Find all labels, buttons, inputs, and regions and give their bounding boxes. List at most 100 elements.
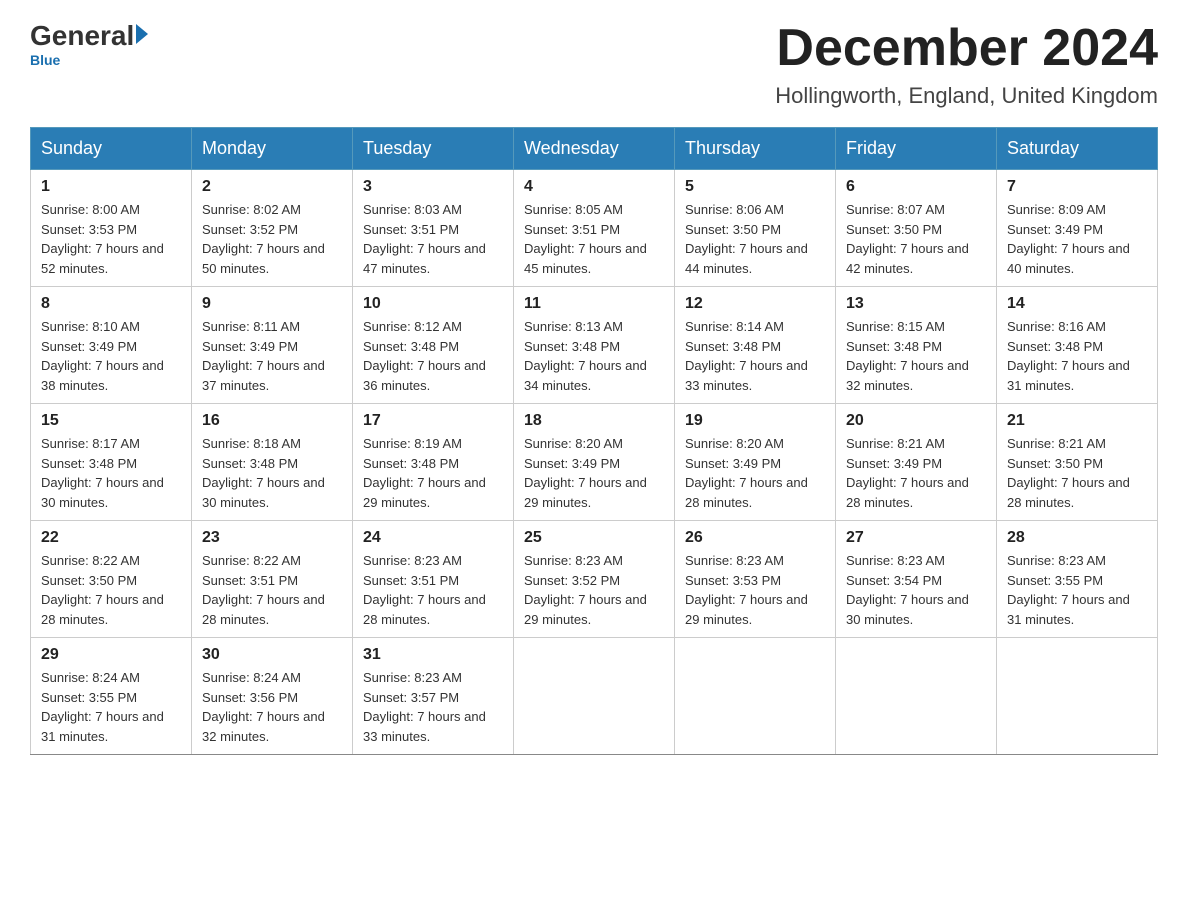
day-number: 15 xyxy=(41,412,181,430)
table-row xyxy=(836,638,997,755)
day-info: Sunrise: 8:10 AMSunset: 3:49 PMDaylight:… xyxy=(41,319,164,393)
col-sunday: Sunday xyxy=(31,128,192,170)
table-row xyxy=(675,638,836,755)
day-info: Sunrise: 8:06 AMSunset: 3:50 PMDaylight:… xyxy=(685,202,808,276)
table-row: 12 Sunrise: 8:14 AMSunset: 3:48 PMDaylig… xyxy=(675,287,836,404)
table-row: 17 Sunrise: 8:19 AMSunset: 3:48 PMDaylig… xyxy=(353,404,514,521)
day-info: Sunrise: 8:24 AMSunset: 3:55 PMDaylight:… xyxy=(41,670,164,744)
table-row: 2 Sunrise: 8:02 AMSunset: 3:52 PMDayligh… xyxy=(192,170,353,287)
table-row: 19 Sunrise: 8:20 AMSunset: 3:49 PMDaylig… xyxy=(675,404,836,521)
table-row: 3 Sunrise: 8:03 AMSunset: 3:51 PMDayligh… xyxy=(353,170,514,287)
day-info: Sunrise: 8:11 AMSunset: 3:49 PMDaylight:… xyxy=(202,319,325,393)
table-row: 23 Sunrise: 8:22 AMSunset: 3:51 PMDaylig… xyxy=(192,521,353,638)
day-info: Sunrise: 8:20 AMSunset: 3:49 PMDaylight:… xyxy=(524,436,647,510)
calendar-table: Sunday Monday Tuesday Wednesday Thursday… xyxy=(30,127,1158,755)
table-row: 16 Sunrise: 8:18 AMSunset: 3:48 PMDaylig… xyxy=(192,404,353,521)
day-number: 19 xyxy=(685,412,825,430)
day-number: 6 xyxy=(846,178,986,196)
day-info: Sunrise: 8:18 AMSunset: 3:48 PMDaylight:… xyxy=(202,436,325,510)
day-number: 17 xyxy=(363,412,503,430)
day-number: 21 xyxy=(1007,412,1147,430)
table-row: 22 Sunrise: 8:22 AMSunset: 3:50 PMDaylig… xyxy=(31,521,192,638)
day-number: 18 xyxy=(524,412,664,430)
day-number: 4 xyxy=(524,178,664,196)
table-row xyxy=(997,638,1158,755)
day-info: Sunrise: 8:21 AMSunset: 3:49 PMDaylight:… xyxy=(846,436,969,510)
day-number: 11 xyxy=(524,295,664,313)
day-number: 25 xyxy=(524,529,664,547)
day-number: 30 xyxy=(202,646,342,664)
day-info: Sunrise: 8:23 AMSunset: 3:55 PMDaylight:… xyxy=(1007,553,1130,627)
day-info: Sunrise: 8:07 AMSunset: 3:50 PMDaylight:… xyxy=(846,202,969,276)
table-row: 4 Sunrise: 8:05 AMSunset: 3:51 PMDayligh… xyxy=(514,170,675,287)
calendar-week-row: 29 Sunrise: 8:24 AMSunset: 3:55 PMDaylig… xyxy=(31,638,1158,755)
day-info: Sunrise: 8:22 AMSunset: 3:50 PMDaylight:… xyxy=(41,553,164,627)
col-monday: Monday xyxy=(192,128,353,170)
day-info: Sunrise: 8:16 AMSunset: 3:48 PMDaylight:… xyxy=(1007,319,1130,393)
table-row: 31 Sunrise: 8:23 AMSunset: 3:57 PMDaylig… xyxy=(353,638,514,755)
table-row: 13 Sunrise: 8:15 AMSunset: 3:48 PMDaylig… xyxy=(836,287,997,404)
day-number: 27 xyxy=(846,529,986,547)
day-info: Sunrise: 8:00 AMSunset: 3:53 PMDaylight:… xyxy=(41,202,164,276)
day-number: 7 xyxy=(1007,178,1147,196)
table-row: 15 Sunrise: 8:17 AMSunset: 3:48 PMDaylig… xyxy=(31,404,192,521)
day-number: 12 xyxy=(685,295,825,313)
day-info: Sunrise: 8:03 AMSunset: 3:51 PMDaylight:… xyxy=(363,202,486,276)
table-row: 29 Sunrise: 8:24 AMSunset: 3:55 PMDaylig… xyxy=(31,638,192,755)
day-info: Sunrise: 8:19 AMSunset: 3:48 PMDaylight:… xyxy=(363,436,486,510)
col-wednesday: Wednesday xyxy=(514,128,675,170)
day-number: 14 xyxy=(1007,295,1147,313)
table-row: 25 Sunrise: 8:23 AMSunset: 3:52 PMDaylig… xyxy=(514,521,675,638)
calendar-week-row: 8 Sunrise: 8:10 AMSunset: 3:49 PMDayligh… xyxy=(31,287,1158,404)
table-row: 18 Sunrise: 8:20 AMSunset: 3:49 PMDaylig… xyxy=(514,404,675,521)
table-row: 1 Sunrise: 8:00 AMSunset: 3:53 PMDayligh… xyxy=(31,170,192,287)
page-header: General Blue December 2024 Hollingworth,… xyxy=(30,20,1158,109)
table-row: 10 Sunrise: 8:12 AMSunset: 3:48 PMDaylig… xyxy=(353,287,514,404)
title-area: December 2024 Hollingworth, England, Uni… xyxy=(775,20,1158,109)
day-info: Sunrise: 8:14 AMSunset: 3:48 PMDaylight:… xyxy=(685,319,808,393)
day-number: 3 xyxy=(363,178,503,196)
logo-general: General xyxy=(30,20,134,52)
day-number: 13 xyxy=(846,295,986,313)
day-info: Sunrise: 8:13 AMSunset: 3:48 PMDaylight:… xyxy=(524,319,647,393)
table-row: 28 Sunrise: 8:23 AMSunset: 3:55 PMDaylig… xyxy=(997,521,1158,638)
table-row: 20 Sunrise: 8:21 AMSunset: 3:49 PMDaylig… xyxy=(836,404,997,521)
calendar-week-row: 22 Sunrise: 8:22 AMSunset: 3:50 PMDaylig… xyxy=(31,521,1158,638)
day-number: 1 xyxy=(41,178,181,196)
day-number: 2 xyxy=(202,178,342,196)
col-saturday: Saturday xyxy=(997,128,1158,170)
day-info: Sunrise: 8:23 AMSunset: 3:57 PMDaylight:… xyxy=(363,670,486,744)
day-info: Sunrise: 8:24 AMSunset: 3:56 PMDaylight:… xyxy=(202,670,325,744)
table-row: 5 Sunrise: 8:06 AMSunset: 3:50 PMDayligh… xyxy=(675,170,836,287)
day-number: 20 xyxy=(846,412,986,430)
table-row: 30 Sunrise: 8:24 AMSunset: 3:56 PMDaylig… xyxy=(192,638,353,755)
day-number: 26 xyxy=(685,529,825,547)
logo: General Blue xyxy=(30,20,148,68)
table-row: 24 Sunrise: 8:23 AMSunset: 3:51 PMDaylig… xyxy=(353,521,514,638)
table-row: 14 Sunrise: 8:16 AMSunset: 3:48 PMDaylig… xyxy=(997,287,1158,404)
location-subtitle: Hollingworth, England, United Kingdom xyxy=(775,83,1158,109)
calendar-week-row: 1 Sunrise: 8:00 AMSunset: 3:53 PMDayligh… xyxy=(31,170,1158,287)
day-info: Sunrise: 8:15 AMSunset: 3:48 PMDaylight:… xyxy=(846,319,969,393)
col-thursday: Thursday xyxy=(675,128,836,170)
logo-triangle-icon xyxy=(136,24,148,44)
table-row: 8 Sunrise: 8:10 AMSunset: 3:49 PMDayligh… xyxy=(31,287,192,404)
col-tuesday: Tuesday xyxy=(353,128,514,170)
day-number: 22 xyxy=(41,529,181,547)
table-row: 7 Sunrise: 8:09 AMSunset: 3:49 PMDayligh… xyxy=(997,170,1158,287)
day-number: 9 xyxy=(202,295,342,313)
day-info: Sunrise: 8:23 AMSunset: 3:52 PMDaylight:… xyxy=(524,553,647,627)
table-row: 26 Sunrise: 8:23 AMSunset: 3:53 PMDaylig… xyxy=(675,521,836,638)
day-number: 5 xyxy=(685,178,825,196)
table-row xyxy=(514,638,675,755)
day-info: Sunrise: 8:21 AMSunset: 3:50 PMDaylight:… xyxy=(1007,436,1130,510)
table-row: 9 Sunrise: 8:11 AMSunset: 3:49 PMDayligh… xyxy=(192,287,353,404)
day-info: Sunrise: 8:02 AMSunset: 3:52 PMDaylight:… xyxy=(202,202,325,276)
day-number: 8 xyxy=(41,295,181,313)
day-number: 31 xyxy=(363,646,503,664)
table-row: 6 Sunrise: 8:07 AMSunset: 3:50 PMDayligh… xyxy=(836,170,997,287)
month-title: December 2024 xyxy=(775,20,1158,77)
day-number: 10 xyxy=(363,295,503,313)
day-info: Sunrise: 8:05 AMSunset: 3:51 PMDaylight:… xyxy=(524,202,647,276)
day-info: Sunrise: 8:23 AMSunset: 3:54 PMDaylight:… xyxy=(846,553,969,627)
